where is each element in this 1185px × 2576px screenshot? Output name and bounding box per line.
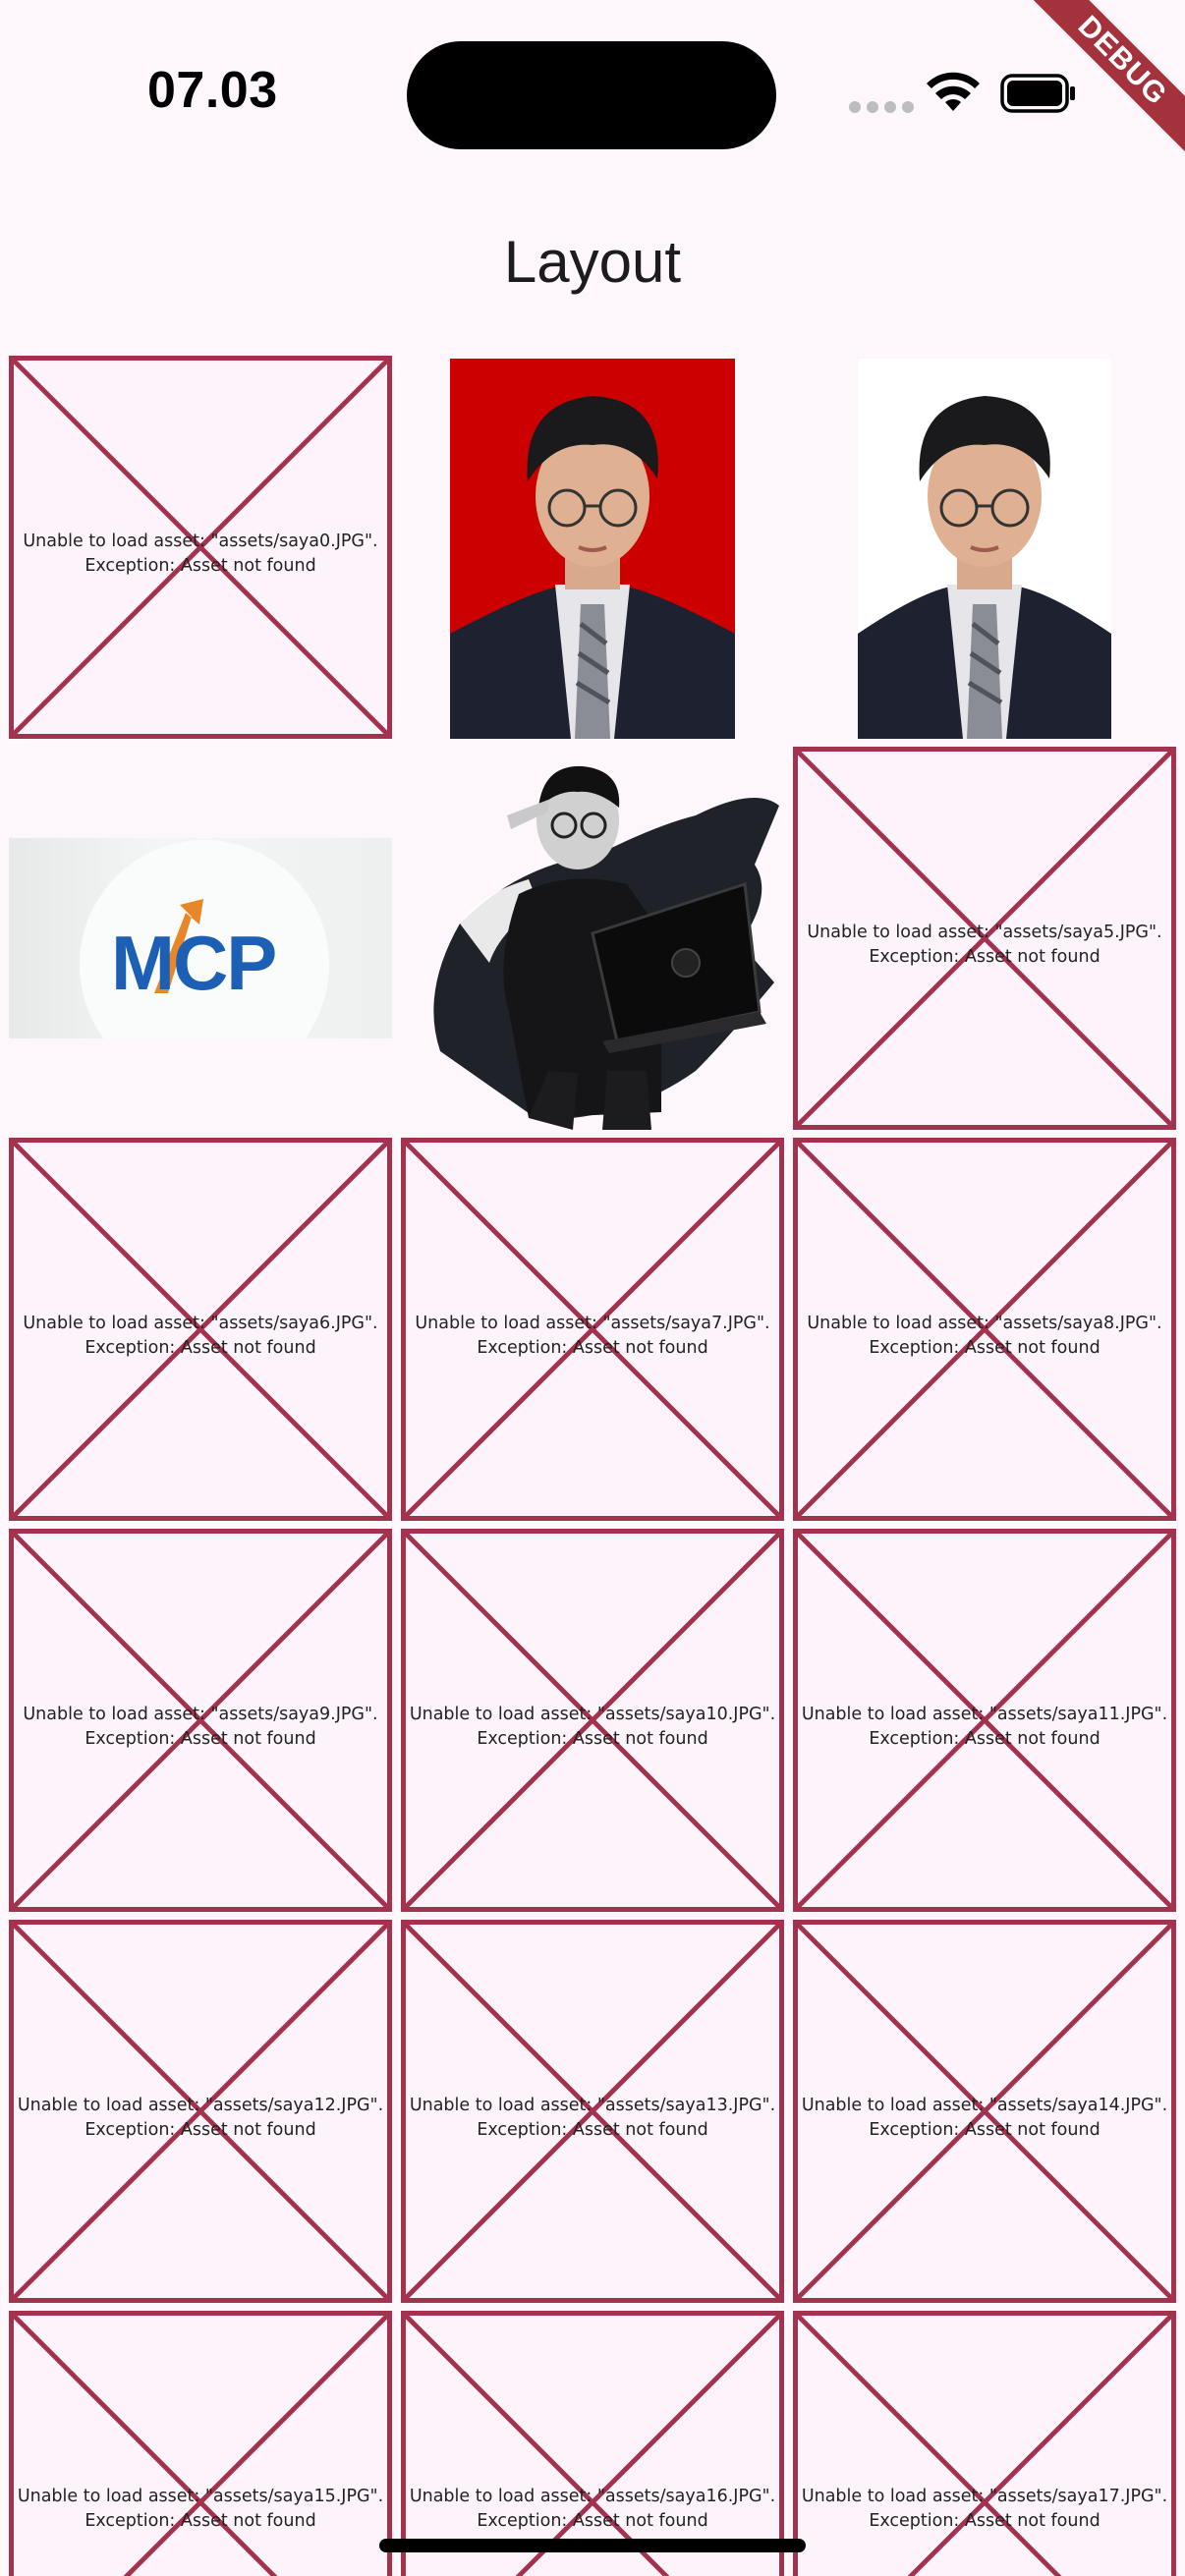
image-error-placeholder: Unable to load asset: "assets/saya16.JPG…: [401, 2311, 784, 2576]
error-message: Unable to load asset: "assets/saya7.JPG"…: [406, 1312, 779, 1361]
error-exception-line: Exception: Asset not found: [477, 1338, 708, 1358]
error-exception-line: Exception: Asset not found: [869, 1729, 1100, 1749]
grid-cell: Unable to load asset: "assets/saya16.JPG…: [401, 2311, 784, 2576]
error-exception-line: Exception: Asset not found: [869, 2511, 1100, 2531]
image-error-placeholder: Unable to load asset: "assets/saya10.JPG…: [401, 1529, 784, 1912]
error-message: Unable to load asset: "assets/saya14.JPG…: [798, 2094, 1171, 2143]
error-message-line: Unable to load asset: "assets/saya16.JPG…: [409, 2487, 776, 2506]
broken-image-cross-icon: [798, 2316, 1171, 2576]
grid-cell: Unable to load asset: "assets/saya17.JPG…: [793, 2311, 1176, 2576]
error-message: Unable to load asset: "assets/saya5.JPG"…: [798, 921, 1171, 970]
portrait-photo-white-background: [858, 359, 1111, 739]
error-exception-line: Exception: Asset not found: [869, 1338, 1100, 1358]
error-exception-line: Exception: Asset not found: [477, 2511, 708, 2531]
broken-image-cross-icon: [406, 2316, 779, 2576]
image-error-placeholder: Unable to load asset: "assets/saya11.JPG…: [793, 1529, 1176, 1912]
grid-cell: Unable to load asset: "assets/saya5.JPG"…: [793, 747, 1176, 1130]
grid-cell: Unable to load asset: "assets/saya8.JPG"…: [793, 1138, 1176, 1521]
error-exception-line: Exception: Asset not found: [869, 947, 1100, 967]
error-message-line: Unable to load asset: "assets/saya17.JPG…: [801, 2487, 1168, 2506]
error-message: Unable to load asset: "assets/saya16.JPG…: [406, 2485, 779, 2534]
image-error-placeholder: Unable to load asset: "assets/saya8.JPG"…: [793, 1138, 1176, 1521]
error-message-line: Unable to load asset: "assets/saya15.JPG…: [17, 2487, 384, 2506]
image-error-placeholder: Unable to load asset: "assets/saya13.JPG…: [401, 1920, 784, 2303]
error-exception-line: Exception: Asset not found: [477, 2120, 708, 2140]
error-message-line: Unable to load asset: "assets/saya13.JPG…: [409, 2096, 776, 2115]
grid-cell: [401, 747, 784, 1130]
error-message: Unable to load asset: "assets/saya8.JPG"…: [798, 1312, 1171, 1361]
grid-cell: Unable to load asset: "assets/saya12.JPG…: [9, 1920, 392, 2303]
error-message: Unable to load asset: "assets/saya0.JPG"…: [14, 530, 387, 579]
grid-cell: Unable to load asset: "assets/saya0.JPG"…: [9, 356, 392, 739]
image-error-placeholder: Unable to load asset: "assets/saya5.JPG"…: [793, 747, 1176, 1130]
error-message: Unable to load asset: "assets/saya17.JPG…: [798, 2485, 1171, 2534]
error-message: Unable to load asset: "assets/saya12.JPG…: [14, 2094, 387, 2143]
grid-cell: Unable to load asset: "assets/saya6.JPG"…: [9, 1138, 392, 1521]
error-message-line: Unable to load asset: "assets/saya11.JPG…: [801, 1705, 1168, 1724]
error-message-line: Unable to load asset: "assets/saya12.JPG…: [17, 2096, 384, 2115]
grid-cell: Unable to load asset: "assets/saya15.JPG…: [9, 2311, 392, 2576]
grid-cell: Unable to load asset: "assets/saya14.JPG…: [793, 1920, 1176, 2303]
error-message-line: Unable to load asset: "assets/saya9.JPG"…: [23, 1705, 378, 1724]
broken-image-cross-icon: [14, 2316, 387, 2576]
battery-icon: [1000, 74, 1075, 113]
grid-cell: [793, 356, 1176, 739]
error-message: Unable to load asset: "assets/saya9.JPG"…: [14, 1703, 387, 1752]
error-message: Unable to load asset: "assets/saya11.JPG…: [798, 1703, 1171, 1752]
error-exception-line: Exception: Asset not found: [85, 2511, 316, 2531]
error-message-line: Unable to load asset: "assets/saya5.JPG"…: [807, 923, 1162, 942]
image-error-placeholder: Unable to load asset: "assets/saya15.JPG…: [9, 2311, 392, 2576]
error-message: Unable to load asset: "assets/saya13.JPG…: [406, 2094, 779, 2143]
home-indicator[interactable]: [379, 2539, 806, 2552]
grid-cell: MCP: [9, 747, 392, 1130]
error-message-line: Unable to load asset: "assets/saya14.JPG…: [801, 2096, 1168, 2115]
error-exception-line: Exception: Asset not found: [85, 2120, 316, 2140]
error-message-line: Unable to load asset: "assets/saya10.JPG…: [409, 1705, 776, 1724]
cellular-signal-icon: [849, 101, 914, 113]
error-exception-line: Exception: Asset not found: [85, 556, 316, 576]
image-error-placeholder: Unable to load asset: "assets/saya0.JPG"…: [9, 356, 392, 739]
grid-cell: [401, 356, 784, 739]
image-error-placeholder: Unable to load asset: "assets/saya7.JPG"…: [401, 1138, 784, 1521]
error-message-line: Unable to load asset: "assets/saya6.JPG"…: [23, 1314, 378, 1333]
page-title: Layout: [503, 229, 682, 295]
grid-cell: Unable to load asset: "assets/saya10.JPG…: [401, 1529, 784, 1912]
portrait-photo-red-background: [450, 359, 735, 739]
error-exception-line: Exception: Asset not found: [477, 1729, 708, 1749]
grid-cell: Unable to load asset: "assets/saya11.JPG…: [793, 1529, 1176, 1912]
image-grid[interactable]: Unable to load asset: "assets/saya0.JPG"…: [9, 356, 1176, 2576]
person-with-laptop-photo: [401, 747, 784, 1130]
wifi-icon: [927, 72, 980, 111]
phone-screen: 07.03 DEBUG Layout Unable to load asset:…: [0, 0, 1185, 2576]
status-time: 07.03: [147, 62, 278, 119]
error-message-line: Unable to load asset: "assets/saya7.JPG"…: [415, 1314, 770, 1333]
grid-cell: Unable to load asset: "assets/saya7.JPG"…: [401, 1138, 784, 1521]
image-error-placeholder: Unable to load asset: "assets/saya6.JPG"…: [9, 1138, 392, 1521]
image-error-placeholder: Unable to load asset: "assets/saya14.JPG…: [793, 1920, 1176, 2303]
grid-cell: Unable to load asset: "assets/saya13.JPG…: [401, 1920, 784, 2303]
dynamic-island: [407, 41, 776, 149]
error-message: Unable to load asset: "assets/saya6.JPG"…: [14, 1312, 387, 1361]
error-message: Unable to load asset: "assets/saya15.JPG…: [14, 2485, 387, 2534]
error-message-line: Unable to load asset: "assets/saya0.JPG"…: [23, 532, 378, 551]
image-error-placeholder: Unable to load asset: "assets/saya9.JPG"…: [9, 1529, 392, 1912]
error-message: Unable to load asset: "assets/saya10.JPG…: [406, 1703, 779, 1752]
image-error-placeholder: Unable to load asset: "assets/saya17.JPG…: [793, 2311, 1176, 2576]
image-error-placeholder: Unable to load asset: "assets/saya12.JPG…: [9, 1920, 392, 2303]
error-exception-line: Exception: Asset not found: [869, 2120, 1100, 2140]
mcp-logo-image: MCP: [9, 838, 392, 1038]
error-exception-line: Exception: Asset not found: [85, 1338, 316, 1358]
logo-text: MCP: [111, 920, 277, 1006]
error-exception-line: Exception: Asset not found: [85, 1729, 316, 1749]
grid-cell: Unable to load asset: "assets/saya9.JPG"…: [9, 1529, 392, 1912]
error-message-line: Unable to load asset: "assets/saya8.JPG"…: [807, 1314, 1162, 1333]
